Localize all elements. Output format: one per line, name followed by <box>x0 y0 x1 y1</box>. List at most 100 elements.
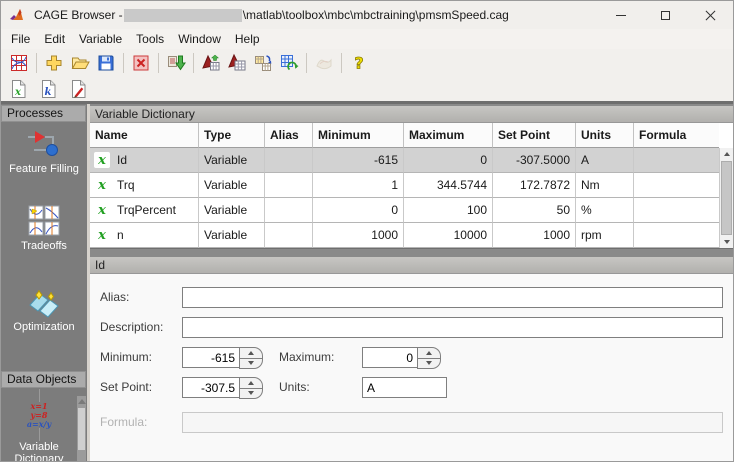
table-row-trqpercent[interactable]: x TrqPercent Variable 0 100 50 % <box>90 198 719 223</box>
main-toolbar: ? <box>1 49 733 77</box>
feature-filling-icon <box>1 128 87 160</box>
red-x-icon <box>133 55 149 71</box>
description-label: Description: <box>100 320 164 334</box>
menu-help[interactable]: Help <box>228 30 267 48</box>
new-variable-button[interactable]: x <box>6 78 30 100</box>
variable-icon: x <box>94 152 110 168</box>
variable-detail-form: Alias: Description: Minimum: Maximum: Se… <box>90 274 733 461</box>
cell-set-point: 1000 <box>493 223 576 248</box>
sidebar-item-variable-dictionary[interactable]: x=1 y=8 a=x/y Variable Dictionary <box>1 389 77 461</box>
cell-set-point: 50 <box>493 198 576 223</box>
folder-open-icon <box>71 57 90 69</box>
menu-window[interactable]: Window <box>171 30 228 48</box>
scroll-down-icon[interactable] <box>720 236 733 248</box>
cell-type: Variable <box>199 173 265 198</box>
set-point-stepper <box>239 377 263 399</box>
update-tables-button[interactable] <box>276 51 302 75</box>
sidebar-item-tradeoffs[interactable]: Tradeoffs <box>1 205 87 252</box>
window-controls <box>598 1 733 29</box>
column-header-formula[interactable]: Formula <box>634 123 719 148</box>
vd-icon-line: a=x/y <box>26 419 52 429</box>
menu-edit[interactable]: Edit <box>37 30 72 48</box>
table-row-n[interactable]: x n Variable 1000 10000 1000 rpm <box>90 223 719 248</box>
variable-name: Id <box>117 153 128 167</box>
formula-input <box>182 412 723 433</box>
column-header-minimum[interactable]: Minimum <box>313 123 404 148</box>
units-input[interactable] <box>362 377 447 398</box>
column-header-set-point[interactable]: Set Point <box>493 123 576 148</box>
spin-down-button[interactable] <box>239 357 263 369</box>
maximize-button[interactable] <box>643 1 688 29</box>
help-button[interactable]: ? <box>346 51 372 75</box>
spin-down-button[interactable] <box>239 387 263 399</box>
minimum-input[interactable] <box>182 347 240 368</box>
delete-button[interactable] <box>128 51 154 75</box>
save-button[interactable] <box>93 51 119 75</box>
import-data-button[interactable] <box>163 51 189 75</box>
scrollbar-thumb[interactable] <box>721 161 732 235</box>
window-title: CAGE Browser - \matlab\toolbox\mbc\mbctr… <box>34 8 509 22</box>
scroll-up-icon[interactable] <box>720 148 733 160</box>
maximum-input[interactable] <box>362 347 418 368</box>
cell-name: x TrqPercent <box>90 198 199 223</box>
menu-file[interactable]: File <box>4 30 37 48</box>
spin-up-button[interactable] <box>239 347 263 358</box>
new-2d-table-button[interactable] <box>224 51 250 75</box>
cell-type: Variable <box>199 198 265 223</box>
menu-variable[interactable]: Variable <box>72 30 129 48</box>
table-row-id[interactable]: x Id Variable -615 0 -307.5000 A <box>90 148 719 173</box>
import-data-icon <box>168 55 186 71</box>
new-formula-button[interactable] <box>66 78 90 100</box>
cell-name: x n <box>90 223 199 248</box>
new-constant-button[interactable]: k <box>36 78 60 100</box>
minimize-button[interactable] <box>598 1 643 29</box>
toolbar-separator <box>306 53 307 73</box>
table-header-row: Name Type Alias Minimum Maximum Set Poin… <box>90 123 719 148</box>
variable-x-glyph: x <box>14 87 22 98</box>
cage-button[interactable] <box>6 51 32 75</box>
sidebar-item-label: Tradeoffs <box>21 240 67 252</box>
column-header-type[interactable]: Type <box>199 123 265 148</box>
scrollbar-thumb[interactable] <box>78 408 85 450</box>
sidebar-header-processes[interactable]: Processes <box>1 105 86 122</box>
new-feature-button[interactable] <box>198 51 224 75</box>
variable-name: n <box>117 228 124 242</box>
alias-input[interactable] <box>182 287 723 308</box>
scroll-up-icon[interactable] <box>77 396 86 406</box>
panel-splitter[interactable] <box>90 249 733 257</box>
description-input[interactable] <box>182 317 723 338</box>
cell-minimum: 1 <box>313 173 404 198</box>
sidebar-header-data-objects[interactable]: Data Objects <box>1 371 86 388</box>
column-header-units[interactable]: Units <box>576 123 634 148</box>
table-scrollbar[interactable] <box>719 148 733 248</box>
units-label: Units: <box>279 380 310 394</box>
cell-minimum: -615 <box>313 148 404 173</box>
column-header-name[interactable]: Name <box>90 123 199 148</box>
cell-set-point: 172.7872 <box>493 173 576 198</box>
close-button[interactable] <box>688 1 733 29</box>
spin-up-button[interactable] <box>239 377 263 388</box>
cell-formula <box>634 148 719 173</box>
menu-tools[interactable]: Tools <box>129 30 171 48</box>
dictionary-toolbar: x k <box>1 77 733 101</box>
column-header-maximum[interactable]: Maximum <box>404 123 493 148</box>
table-row-trq[interactable]: x Trq Variable 1 344.5744 172.7872 Nm <box>90 173 719 198</box>
cell-maximum: 100 <box>404 198 493 223</box>
column-header-alias[interactable]: Alias <box>265 123 313 148</box>
cell-type: Variable <box>199 148 265 173</box>
cell-alias <box>265 198 313 223</box>
sidebar-item-label: Optimization <box>13 321 75 333</box>
spin-down-button[interactable] <box>417 357 441 369</box>
sidebar-item-feature-filling[interactable]: Feature Filling <box>1 128 87 175</box>
cell-formula <box>634 223 719 248</box>
sidebar-scrollbar[interactable] <box>77 396 86 461</box>
calibration-manager-button[interactable] <box>250 51 276 75</box>
sidebar-item-optimization[interactable]: Optimization <box>1 288 87 333</box>
new-button[interactable] <box>41 51 67 75</box>
open-button[interactable] <box>67 51 93 75</box>
optimization-icon <box>1 288 87 318</box>
variable-x-glyph: x <box>98 202 106 218</box>
formula-label: Formula: <box>100 415 148 429</box>
spin-up-button[interactable] <box>417 347 441 358</box>
set-point-input[interactable] <box>182 377 240 398</box>
